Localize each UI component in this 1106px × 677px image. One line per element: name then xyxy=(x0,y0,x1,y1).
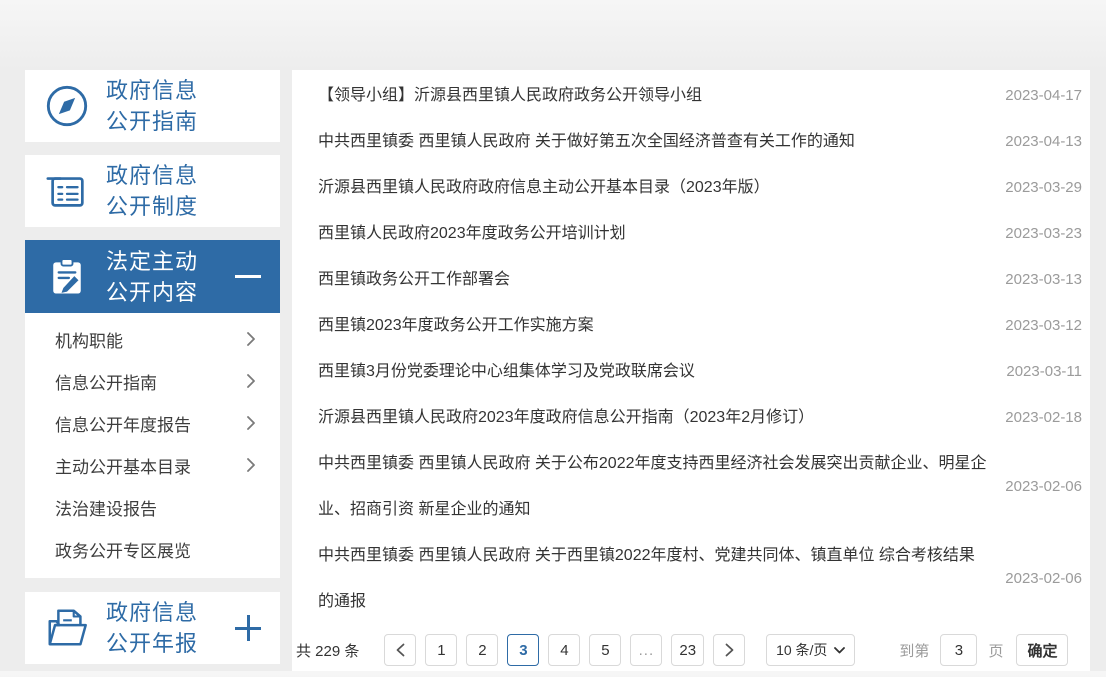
chevron-right-icon xyxy=(246,331,256,347)
goto-suffix-label: 页 xyxy=(988,640,1003,661)
page-button-4[interactable]: 4 xyxy=(548,634,580,666)
article-date: 2023-03-11 xyxy=(1006,362,1082,382)
submenu-label: 机构职能 xyxy=(55,327,123,352)
article-date: 2023-02-18 xyxy=(1005,408,1082,428)
article-date: 2023-03-29 xyxy=(1005,178,1082,198)
page-size-label: 10 条/页 xyxy=(776,640,827,660)
compass-icon xyxy=(43,82,91,130)
article-date: 2023-03-12 xyxy=(1005,316,1082,336)
goto-prefix-label: 到第 xyxy=(899,640,929,661)
list-item[interactable]: 西里镇人民政府2023年度政务公开培训计划 2023-03-23 xyxy=(318,211,1082,257)
sidebar-item-label: 法定主动公开内容 xyxy=(106,246,198,308)
article-date: 2023-02-06 xyxy=(1005,477,1082,497)
pagination-bar: 共 229 条 1 2 3 4 5 ... 23 10 条/页 到第 页 确定 xyxy=(296,633,1082,667)
submenu-item-rule-of-law-report[interactable]: 法治建设报告 xyxy=(25,486,280,528)
page-size-select[interactable]: 10 条/页 xyxy=(766,634,855,666)
article-title[interactable]: 中共西里镇委 西里镇人民政府 关于做好第五次全国经济普查有关工作的通知 xyxy=(318,133,855,150)
prev-page-button[interactable] xyxy=(384,634,416,666)
article-title[interactable]: 沂源县西里镇人民政府政府信息主动公开基本目录（2023年版） xyxy=(318,179,770,196)
goto-page-group: 到第 页 xyxy=(899,634,1003,666)
article-date: 2023-04-13 xyxy=(1005,132,1082,152)
article-title[interactable]: 中共西里镇委 西里镇人民政府 关于公布2022年度支持西里经济社会发展突出贡献企… xyxy=(318,455,987,518)
page-button-3-active[interactable]: 3 xyxy=(507,634,539,666)
submenu-item-org-functions[interactable]: 机构职能 xyxy=(25,318,280,360)
sidebar-item-gov-info-annual-report[interactable]: 政府信息公开年报 xyxy=(25,592,280,664)
ledger-icon xyxy=(43,167,91,215)
total-count-label: 共 229 条 xyxy=(296,640,359,661)
more-pages-ellipsis[interactable]: ... xyxy=(630,634,662,666)
next-page-button[interactable] xyxy=(713,634,745,666)
chevron-down-icon xyxy=(834,647,845,654)
submenu-label: 信息公开指南 xyxy=(55,369,157,394)
list-item[interactable]: 【领导小组】沂源县西里镇人民政府政务公开领导小组 2023-04-17 xyxy=(318,73,1082,119)
collapse-minus-icon[interactable] xyxy=(234,263,262,291)
chevron-right-icon xyxy=(246,373,256,389)
sidebar-item-label: 政府信息公开指南 xyxy=(106,75,198,137)
sidebar-submenu: 机构职能 信息公开指南 信息公开年度报告 主动公开基本目录 法治建设报告 政务公… xyxy=(25,313,280,578)
chevron-right-icon xyxy=(246,415,256,431)
sidebar-item-gov-info-system[interactable]: 政府信息公开制度 xyxy=(25,155,280,227)
page-button-1[interactable]: 1 xyxy=(425,634,457,666)
list-item[interactable]: 沂源县西里镇人民政府政府信息主动公开基本目录（2023年版） 2023-03-2… xyxy=(318,165,1082,211)
article-date: 2023-03-13 xyxy=(1005,270,1082,290)
list-item[interactable]: 中共西里镇委 西里镇人民政府 关于西里镇2022年度村、党建共同体、镇直单位 综… xyxy=(318,533,1082,625)
clipboard-pencil-icon xyxy=(43,253,91,301)
list-item[interactable]: 中共西里镇委 西里镇人民政府 关于公布2022年度支持西里经济社会发展突出贡献企… xyxy=(318,441,1082,533)
article-title[interactable]: 西里镇3月份党委理论中心组集体学习及党政联席会议 xyxy=(318,363,695,380)
list-item[interactable]: 沂源县西里镇人民政府2023年度政府信息公开指南（2023年2月修订） 2023… xyxy=(318,395,1082,441)
page-button-5[interactable]: 5 xyxy=(589,634,621,666)
sidebar-item-label: 政府信息公开年报 xyxy=(106,597,198,659)
sidebar-item-label: 政府信息公开制度 xyxy=(106,160,198,222)
submenu-label: 信息公开年度报告 xyxy=(55,411,191,436)
article-date: 2023-02-06 xyxy=(1005,569,1082,589)
submenu-item-openness-zone[interactable]: 政务公开专区展览 xyxy=(25,528,280,570)
list-item[interactable]: 西里镇政务公开工作部署会 2023-03-13 xyxy=(318,257,1082,303)
expand-plus-icon[interactable] xyxy=(234,614,262,642)
list-item[interactable]: 中共西里镇委 西里镇人民政府 关于做好第五次全国经济普查有关工作的通知 2023… xyxy=(318,119,1082,165)
news-list-panel: 【领导小组】沂源县西里镇人民政府政务公开领导小组 2023-04-17 中共西里… xyxy=(292,70,1090,671)
article-title[interactable]: 沂源县西里镇人民政府2023年度政府信息公开指南（2023年2月修订） xyxy=(318,409,814,426)
article-date: 2023-04-17 xyxy=(1005,86,1082,106)
submenu-item-info-guide[interactable]: 信息公开指南 xyxy=(25,360,280,402)
article-title[interactable]: 中共西里镇委 西里镇人民政府 关于西里镇2022年度村、党建共同体、镇直单位 综… xyxy=(318,547,975,610)
submenu-label: 政务公开专区展览 xyxy=(55,537,191,562)
list-item[interactable]: 西里镇3月份党委理论中心组集体学习及党政联席会议 2023-03-11 xyxy=(318,349,1082,395)
article-title[interactable]: 西里镇人民政府2023年度政务公开培训计划 xyxy=(318,225,626,242)
page-button-last[interactable]: 23 xyxy=(671,634,704,666)
list-item[interactable]: 西里镇2023年度政务公开工作实施方案 2023-03-12 xyxy=(318,303,1082,349)
submenu-item-basic-catalog[interactable]: 主动公开基本目录 xyxy=(25,444,280,486)
article-title[interactable]: 西里镇2023年度政务公开工作实施方案 xyxy=(318,317,594,334)
article-title[interactable]: 【领导小组】沂源县西里镇人民政府政务公开领导小组 xyxy=(318,87,702,104)
sidebar-item-statutory-disclosure[interactable]: 法定主动公开内容 xyxy=(25,240,280,313)
submenu-item-annual-report[interactable]: 信息公开年度报告 xyxy=(25,402,280,444)
folder-doc-icon xyxy=(43,604,91,652)
submenu-label: 主动公开基本目录 xyxy=(55,453,191,478)
sidebar: 政府信息公开指南 政府信息公开制度 法定主动公开内容 机构职能 xyxy=(25,70,280,677)
chevron-right-icon xyxy=(246,457,256,473)
confirm-button[interactable]: 确定 xyxy=(1016,634,1068,666)
chevron-left-icon xyxy=(396,643,405,657)
submenu-label: 法治建设报告 xyxy=(55,495,157,520)
article-title[interactable]: 西里镇政务公开工作部署会 xyxy=(318,271,510,288)
chevron-right-icon xyxy=(725,643,734,657)
article-date: 2023-03-23 xyxy=(1005,224,1082,244)
page-button-2[interactable]: 2 xyxy=(466,634,498,666)
sidebar-item-gov-info-guide[interactable]: 政府信息公开指南 xyxy=(25,70,280,142)
goto-page-input[interactable] xyxy=(940,634,977,666)
